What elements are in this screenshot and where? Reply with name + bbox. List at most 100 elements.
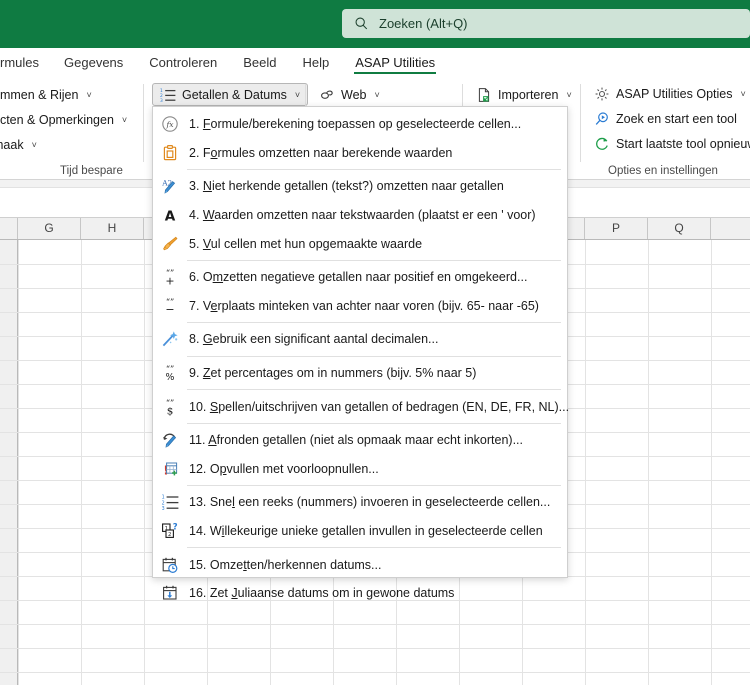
menu-item-label: 1. Formule/berekening toepassen op gesel…	[189, 117, 522, 132]
tab-label: rmules	[0, 54, 40, 70]
ribbon-button-label: Getallen & Datums	[182, 87, 287, 102]
menu-separator	[187, 322, 561, 324]
menu-item-label: 10. Spellen/uitschrijven van getallen of…	[189, 399, 570, 414]
menu-item-14[interactable]: 1 2? 14. Willekeurige unieke getallen invu…	[153, 517, 567, 546]
svg-text:2: 2	[168, 532, 171, 538]
column-header-P[interactable]: P	[585, 218, 648, 239]
menu-item-9[interactable]: “”% 9. Zet percentages om in nummers (bij…	[153, 359, 567, 388]
letter-a-icon: A	[165, 208, 176, 224]
search-placeholder: Zoeken (Alt+Q)	[379, 16, 468, 31]
ribbon-button-format[interactable]: maak ˅	[0, 134, 42, 156]
chevron-down-icon: ˅	[374, 90, 380, 100]
menu-separator	[187, 169, 561, 171]
chevron-down-icon: ˅	[294, 89, 301, 100]
ribbon-button-search-run-tool[interactable]: Zoek en start een tool	[589, 108, 742, 130]
ribbon-button-objects-comments[interactable]: ecten & Opmerkingen ˅	[0, 109, 132, 131]
svg-text:$: $	[167, 405, 174, 415]
ribbon-button-label: Start laatste tool opnieuw	[616, 137, 750, 151]
menu-item-16[interactable]: 16. Zet Juliaanse datums om in gewone da…	[153, 579, 567, 608]
menu-separator	[187, 547, 561, 549]
round-pencil-icon	[163, 433, 177, 448]
ribbon-separator	[580, 84, 581, 162]
leading-zeros-icon: !	[163, 462, 178, 477]
grid-column-line	[81, 240, 82, 685]
menu-item-label: 16. Zet Juliaanse datums om in gewone da…	[189, 586, 455, 601]
column-header-partial[interactable]	[711, 218, 750, 239]
menu-item-2[interactable]: 2. Formules omzetten naar berekende waar…	[153, 139, 567, 168]
ribbon-button-numbers-dates[interactable]: 1 2 3 Getallen & Datums ˅	[152, 83, 309, 106]
tab-gegevens[interactable]: Gegevens	[51, 48, 136, 76]
menu-item-7[interactable]: “” − 7. Verplaats minteken van achter naar…	[153, 292, 567, 321]
tab-help[interactable]: Help	[289, 48, 342, 76]
menu-item-1[interactable]: fx 1. Formule/berekening toepassen op ges…	[153, 110, 567, 139]
ribbon-separator	[143, 84, 144, 162]
tab-beeld[interactable]: Beeld	[230, 48, 289, 76]
select-all-corner[interactable]	[0, 218, 18, 239]
import-icon	[478, 88, 490, 102]
quote-plus-icon: “”+	[165, 268, 174, 287]
menu-item-label: 12. Opvullen met voorloopnullen...	[189, 461, 379, 476]
quote-minus-icon: “”−	[165, 297, 174, 315]
magic-wand-icon	[162, 331, 178, 347]
menu-item-10[interactable]: “” $ 10. Spellen/uitschrijven van getallen…	[153, 392, 570, 421]
menu-item-4[interactable]: A 4. Waarden omzetten naar tekstwaarden (…	[153, 201, 567, 230]
ribbon-button-web[interactable]: Web ˅	[314, 84, 385, 106]
quote-percent-icon: “”%	[166, 364, 175, 382]
web-icon	[321, 90, 333, 99]
text-to-number-icon: A2	[161, 179, 176, 195]
grid-column-line	[18, 240, 19, 685]
menu-item-6[interactable]: “” + 6. Omzetten negatieve getallen naar p…	[153, 263, 567, 292]
clipboard-icon	[163, 144, 177, 161]
menu-item-15[interactable]: 15. Omzetten/herkennen datums...	[153, 550, 567, 579]
grid-row-line	[0, 648, 750, 649]
quote-dollar-icon: “”$	[166, 398, 174, 416]
refresh-icon	[596, 137, 608, 150]
menu-item-label: 6. Omzetten negatieve getallen naar posi…	[189, 270, 528, 285]
svg-text:A: A	[165, 208, 176, 224]
menu-separator	[187, 422, 561, 424]
tab-asap-utilities[interactable]: ASAP Utilities	[342, 48, 448, 76]
title-bar: Zoeken (Alt+Q)	[0, 0, 750, 48]
search-icon	[355, 17, 368, 30]
menu-item-13[interactable]: 1 2 3 13. Snel een reeks (nummers) invoeren…	[153, 488, 567, 517]
ribbon-button-columns-rows[interactable]: ommen & Rijen ˅	[0, 84, 97, 106]
numbers-dates-dropdown-menu[interactable]: fx 1. Formule/berekening toepassen op ges…	[152, 106, 570, 600]
menu-item-5[interactable]: 5. Vul cellen met hun opgemaakte waarde	[153, 229, 567, 258]
menu-item-label: 4. Waarden omzetten naar tekstwaarden (p…	[189, 208, 536, 223]
tab-label: Gegevens	[64, 54, 124, 70]
menu-item-11[interactable]: 11. Afronden getallen (niet als opmaak m…	[153, 426, 567, 455]
menu-item-label: 5. Vul cellen met hun opgemaakte waarde	[189, 236, 423, 251]
column-header-H[interactable]: H	[81, 218, 144, 239]
menu-separator	[187, 355, 561, 357]
grid-row-line	[0, 624, 750, 625]
ribbon-button-label: Zoek en start een tool	[616, 112, 737, 126]
ribbon-button-asap-options[interactable]: ASAP Utilities Opties ˅	[589, 83, 750, 105]
numbered-list-icon: 123	[162, 495, 179, 511]
svg-text:?: ?	[173, 522, 178, 532]
menu-item-12[interactable]: ! 12. Opvullen met voorloopnullen...	[153, 455, 567, 484]
ribbon-button-import[interactable]: Importeren ˅	[471, 84, 577, 106]
menu-item-label: 3. Niet herkende getallen (tekst?) omzet…	[189, 179, 504, 194]
menu-separator	[187, 259, 561, 261]
search-box[interactable]: Zoeken (Alt+Q)	[342, 9, 750, 38]
random-numbers-icon: 12?	[162, 522, 178, 538]
svg-text:+: +	[165, 275, 174, 287]
menu-item-label: 14. Willekeurige unieke getallen invulle…	[189, 524, 543, 539]
grid-column-line	[711, 240, 712, 685]
menu-item-label: 7. Verplaats minteken van achter naar vo…	[189, 298, 539, 313]
ribbon-button-label: ommen & Rijen	[0, 88, 79, 102]
menu-item-label: 15. Omzetten/herkennen datums...	[189, 557, 382, 572]
ribbon-button-label: maak	[0, 138, 24, 152]
menu-item-8[interactable]: 8. Gebruik een significant aantal decima…	[153, 325, 567, 354]
menu-item-3[interactable]: A2 3. Niet herkende getallen (tekst?) omz…	[153, 172, 567, 201]
ribbon-button-restart-last-tool[interactable]: Start laatste tool opnieuw	[589, 133, 750, 155]
tab-controleren[interactable]: Controleren	[136, 48, 230, 76]
chevron-down-icon: ˅	[31, 140, 37, 150]
column-header-Q[interactable]: Q	[648, 218, 711, 239]
column-header-G[interactable]: G	[18, 218, 81, 239]
numbers-dates-icon: 1 2 3	[160, 88, 176, 103]
chevron-down-icon: ˅	[740, 89, 746, 99]
tab-formules[interactable]: rmules	[0, 48, 51, 76]
svg-text:fx: fx	[165, 120, 174, 129]
menu-item-label: 11. Afronden getallen (niet als opmaak m…	[189, 433, 523, 448]
